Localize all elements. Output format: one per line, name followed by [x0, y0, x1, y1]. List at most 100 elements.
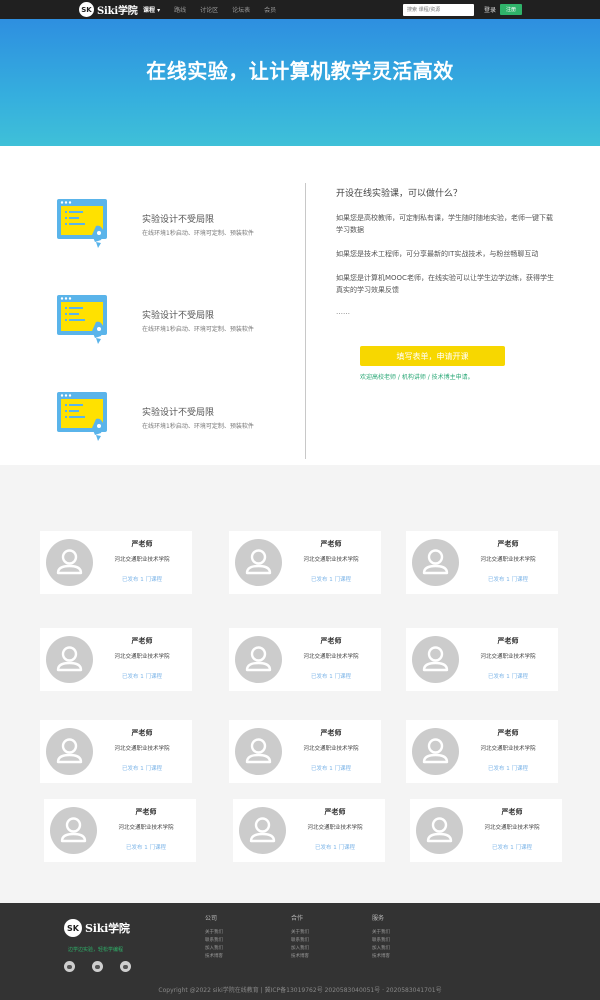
feature-title: 实验设计不受局限 — [142, 215, 215, 225]
teacher-name: 严老师 — [497, 540, 519, 548]
site-logo[interactable]: SK Siki学院 — [79, 2, 138, 17]
teacher-card[interactable]: 严老师河北交通职业技术学院已发布 1 门课程 — [406, 720, 558, 783]
teacher-course-count[interactable]: 已发布 1 门课程 — [289, 672, 373, 680]
teacher-card[interactable]: 严老师河北交通职业技术学院已发布 1 门课程 — [229, 628, 381, 691]
register-button[interactable]: 注册 — [500, 4, 522, 15]
apply-course-button[interactable]: 填写表单，申请开课 — [360, 346, 505, 366]
avatar — [235, 728, 282, 775]
footer-link[interactable]: 加入我们 — [291, 945, 309, 953]
teacher-school: 河北交通职业技术学院 — [480, 746, 536, 752]
nav-item-forum[interactable]: 论坛表 — [232, 5, 250, 14]
teacher-card[interactable]: 严老师 河北交通职业技术学院 已发布 1 门课程 — [406, 628, 558, 691]
footer-link[interactable]: 加入我们 — [205, 945, 223, 953]
apply-subtext[interactable]: 欢迎高校老师 / 机构讲师 / 技术博主申请。 — [360, 372, 474, 381]
nav-item-paths[interactable]: 路线 — [174, 5, 186, 14]
user-avatar-icon — [245, 738, 272, 764]
avatar — [46, 539, 93, 586]
avatar — [46, 728, 93, 775]
nav-item-courses[interactable]: 课程 ▾ — [143, 5, 160, 14]
teacher-card[interactable]: 严老师河北交通职业技术学院已发布 1 门课程 — [410, 799, 562, 862]
login-link[interactable]: 登录 — [484, 5, 496, 14]
footer-link[interactable]: 技术博客 — [372, 953, 390, 961]
footer-column-partner: 合作 关于我们 联系我们 加入我们 技术博客 — [291, 913, 309, 961]
teacher-card[interactable]: 严老师 河北交通职业技术学院 已发布 1 门课程 — [40, 628, 192, 691]
teacher-card[interactable]: 严老师 河北交通职业技术学院 已发布 1 门课程 — [229, 720, 381, 783]
user-avatar-icon — [60, 817, 87, 843]
teacher-card[interactable]: 严老师 河北交通职业技术学院 已发布 1 门课程 — [233, 799, 385, 862]
footer-link[interactable]: 联系我们 — [291, 937, 309, 945]
teacher-course-count[interactable]: 已发布 1 门课程 — [293, 843, 377, 851]
features-section: 实验设计不受局限 在线环境1秒启动、环境可定制、预装软件 实验设计不受局限 在线… — [0, 146, 600, 465]
monitor-rocket-icon — [57, 199, 107, 248]
nav-item-vip[interactable]: 会员 — [264, 5, 276, 14]
main-nav: 课程 ▾ 路线 讨论区 论坛表 会员 — [143, 0, 290, 19]
feature-item: 实验设计不受局限 在线环境1秒启动、环境可定制、预装软件 — [56, 196, 306, 256]
teacher-name: 严老师 — [320, 637, 342, 645]
social-links — [64, 961, 148, 972]
apply-paragraph: 如果您是高校教师，可定制私有课，学生随时随地实验，老师一键下载学习数据 — [336, 214, 553, 234]
user-avatar-icon — [56, 738, 83, 764]
teacher-card[interactable]: 严老师 河北交通职业技术学院 已发布 1 门课程 — [44, 799, 196, 862]
monitor-rocket-icon — [57, 392, 107, 441]
teacher-course-count[interactable]: 已发布 1 门课程 — [466, 672, 550, 680]
teacher-course-count[interactable]: 已发布 1 门课程 — [104, 843, 188, 851]
teacher-school: 河北交通职业技术学院 — [484, 825, 540, 831]
user-avatar-icon — [245, 549, 272, 575]
feature-desc: 在线环境1秒启动、环境可定制、预装软件 — [142, 423, 254, 430]
teacher-card[interactable]: 严老师 河北交通职业技术学院 已发布 1 门课程 — [229, 531, 381, 594]
copyright-text: Copyright @2022 siki学院在线教育 | 冀ICP备130197… — [158, 987, 442, 994]
teacher-name: 严老师 — [320, 729, 342, 737]
qq-icon[interactable] — [92, 961, 103, 972]
logo-mark: SK — [64, 919, 82, 937]
wechat-icon[interactable] — [120, 961, 131, 972]
weibo-icon[interactable] — [64, 961, 75, 972]
teacher-course-count[interactable]: 已发布 1 门课程 — [470, 843, 554, 851]
user-avatar-icon — [426, 817, 453, 843]
logo-text: Siki学院 — [97, 6, 138, 17]
footer-column-service: 服务 关于我们 联系我们 加入我们 技术博客 — [372, 913, 390, 961]
teacher-card[interactable]: 严老师 河北交通职业技术学院 已发布 1 门课程 — [40, 531, 192, 594]
teacher-school: 河北交通职业技术学院 — [303, 654, 359, 660]
teacher-course-count[interactable]: 已发布 1 门课程 — [289, 575, 373, 583]
user-avatar-icon — [56, 646, 83, 672]
user-avatar-icon — [245, 646, 272, 672]
avatar — [50, 807, 97, 854]
teacher-card[interactable]: 严老师河北交通职业技术学院已发布 1 门课程 — [406, 531, 558, 594]
hero-title: 在线实验，让计算机教学灵活高效 — [146, 59, 454, 83]
teacher-school: 河北交通职业技术学院 — [480, 557, 536, 563]
avatar — [412, 636, 459, 683]
teacher-course-count[interactable]: 已发布 1 门课程 — [289, 764, 373, 772]
teacher-school: 河北交通职业技术学院 — [114, 557, 170, 563]
teacher-name: 严老师 — [497, 729, 519, 737]
footer-link[interactable]: 关于我们 — [372, 929, 390, 937]
teacher-name: 严老师 — [501, 808, 523, 816]
avatar — [235, 539, 282, 586]
footer-link[interactable]: 关于我们 — [291, 929, 309, 937]
user-avatar-icon — [249, 817, 276, 843]
footer-link[interactable]: 技术博客 — [205, 953, 223, 961]
footer-link[interactable]: 关于我们 — [205, 929, 223, 937]
teacher-course-count[interactable]: 已发布 1 门课程 — [100, 764, 184, 772]
footer-column-heading: 合作 — [291, 915, 304, 922]
footer-link[interactable]: 联系我们 — [372, 937, 390, 945]
logo-text: Siki学院 — [85, 922, 130, 935]
search-input[interactable] — [403, 4, 474, 16]
footer-link[interactable]: 技术博客 — [291, 953, 309, 961]
user-avatar-icon — [422, 646, 449, 672]
teacher-course-count[interactable]: 已发布 1 门课程 — [466, 575, 550, 583]
footer-logo[interactable]: SK Siki学院 — [64, 919, 130, 937]
teacher-course-count[interactable]: 已发布 1 门课程 — [100, 672, 184, 680]
teacher-name: 严老师 — [131, 637, 153, 645]
footer-link[interactable]: 加入我们 — [372, 945, 390, 953]
avatar — [235, 636, 282, 683]
footer-link[interactable]: 联系我们 — [205, 937, 223, 945]
logo-mark: SK — [79, 2, 94, 17]
teacher-card[interactable]: 严老师 河北交通职业技术学院 已发布 1 门课程 — [40, 720, 192, 783]
apply-paragraph: 如果您是计算机MOOC老师，在线实验可以让学生边学边练，获得学生真实的学习效果反… — [336, 274, 554, 294]
teacher-course-count[interactable]: 已发布 1 门课程 — [466, 764, 550, 772]
section-divider — [305, 183, 306, 459]
teacher-course-count[interactable]: 已发布 1 门课程 — [100, 575, 184, 583]
feature-desc: 在线环境1秒启动、环境可定制、预装软件 — [142, 326, 254, 333]
user-avatar-icon — [422, 549, 449, 575]
nav-item-discuss[interactable]: 讨论区 — [200, 5, 218, 14]
